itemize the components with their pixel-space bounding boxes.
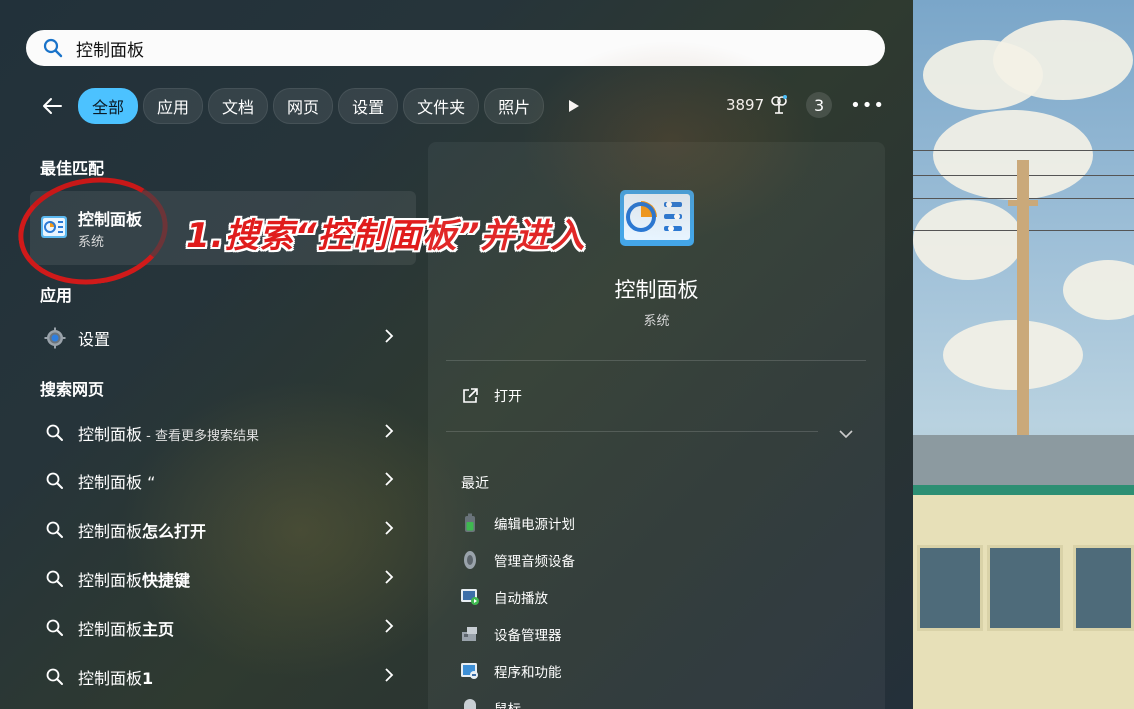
programs-icon bbox=[460, 661, 480, 681]
control-panel-large-icon bbox=[619, 189, 695, 251]
recent-item[interactable]: 程序和功能 bbox=[460, 661, 562, 681]
web-search-heading: 搜索网页 bbox=[40, 380, 105, 399]
filter-chip-photos[interactable]: 照片 bbox=[484, 88, 545, 124]
battery-icon bbox=[460, 513, 480, 533]
web-result-query: 控制面板 bbox=[78, 669, 143, 688]
account-info: 3897 3 ••• bbox=[726, 92, 885, 118]
chevron-right-icon[interactable] bbox=[384, 471, 394, 491]
filter-chip-documents[interactable]: 文档 bbox=[208, 88, 269, 124]
mouse-icon bbox=[460, 698, 480, 709]
chevron-right-icon[interactable] bbox=[384, 667, 394, 687]
recent-item[interactable]: 自动播放 bbox=[460, 587, 548, 607]
web-result-query: 控制面板 bbox=[78, 571, 143, 590]
desktop-wallpaper bbox=[913, 0, 1134, 709]
open-external-icon bbox=[460, 386, 480, 406]
autoplay-icon bbox=[460, 587, 480, 607]
gear-icon bbox=[44, 327, 66, 349]
recent-item-label: 自动播放 bbox=[494, 591, 548, 607]
web-result-item[interactable]: 控制面板 - 查看更多搜索结果 bbox=[30, 411, 416, 455]
more-filters-play-icon[interactable] bbox=[559, 89, 589, 123]
search-box[interactable] bbox=[26, 30, 885, 66]
apps-heading: 应用 bbox=[40, 286, 73, 305]
detail-app-name: 控制面板 bbox=[614, 278, 699, 302]
web-result-item[interactable]: 控制面板主页 bbox=[30, 606, 416, 650]
search-icon bbox=[44, 470, 66, 492]
search-icon bbox=[44, 422, 66, 444]
speaker-icon bbox=[460, 550, 480, 570]
filter-chip-settings[interactable]: 设置 bbox=[338, 88, 399, 124]
app-item-settings[interactable]: 设置 bbox=[30, 316, 416, 360]
chevron-right-icon[interactable] bbox=[384, 520, 394, 540]
chevron-right-icon[interactable] bbox=[384, 618, 394, 638]
web-result-item[interactable]: 控制面板快捷键 bbox=[30, 557, 416, 601]
web-result-item[interactable]: 控制面板怎么打开 bbox=[30, 508, 416, 552]
chevron-right-icon[interactable] bbox=[384, 423, 394, 443]
recent-item[interactable]: 鼠标 bbox=[460, 698, 521, 709]
web-result-item[interactable]: 控制面板 “ bbox=[30, 459, 416, 503]
web-result-query: 控制面板 bbox=[78, 620, 143, 639]
search-input[interactable] bbox=[74, 37, 838, 59]
recent-item[interactable]: 管理音频设备 bbox=[460, 550, 575, 570]
recent-item-label: 编辑电源计划 bbox=[494, 517, 575, 533]
filter-chip-all[interactable]: 全部 bbox=[78, 88, 139, 124]
device-manager-icon bbox=[460, 624, 480, 644]
search-icon bbox=[44, 666, 66, 688]
rewards-points[interactable]: 3897 bbox=[726, 95, 788, 115]
filter-chip-apps[interactable]: 应用 bbox=[143, 88, 204, 124]
recent-item-label: 程序和功能 bbox=[494, 665, 562, 681]
chevron-right-icon[interactable] bbox=[384, 328, 394, 348]
filter-bar: 全部 应用 文档 网页 设置 文件夹 照片 bbox=[34, 88, 589, 124]
back-arrow-icon[interactable] bbox=[34, 88, 70, 124]
filter-chip-folders[interactable]: 文件夹 bbox=[403, 88, 480, 124]
search-icon bbox=[42, 37, 64, 59]
web-result-query: 控制面板 bbox=[78, 522, 143, 541]
open-action[interactable]: 打开 bbox=[460, 386, 522, 406]
annotation-circle bbox=[11, 168, 175, 294]
detail-app-type: 系统 bbox=[643, 314, 670, 329]
divider bbox=[446, 360, 866, 361]
search-icon bbox=[44, 519, 66, 541]
app-item-label: 设置 bbox=[78, 330, 111, 349]
recent-heading: 最近 bbox=[461, 476, 489, 492]
recent-item-label: 鼠标 bbox=[494, 698, 521, 709]
chevron-down-icon[interactable] bbox=[838, 424, 854, 443]
recent-item-label: 管理音频设备 bbox=[494, 554, 575, 570]
recent-item[interactable]: 编辑电源计划 bbox=[460, 513, 575, 533]
web-result-suffix: 快捷键 bbox=[142, 571, 191, 590]
more-options-icon[interactable]: ••• bbox=[850, 95, 885, 116]
recent-item-label: 设备管理器 bbox=[494, 628, 562, 644]
notification-badge[interactable]: 3 bbox=[806, 92, 833, 118]
detail-pane: 控制面板 系统 打开 最近 编辑电源计划 管理音频设备 自动播放 设备管理器 程… bbox=[428, 142, 885, 709]
best-match-heading: 最佳匹配 bbox=[40, 159, 105, 178]
web-result-suffix: - 查看更多搜索结果 bbox=[142, 429, 259, 444]
web-result-suffix: 怎么打开 bbox=[142, 522, 207, 541]
recent-item[interactable]: 设备管理器 bbox=[460, 624, 562, 644]
rewards-trophy-icon bbox=[770, 95, 788, 115]
web-result-item[interactable]: 控制面板1 bbox=[30, 655, 416, 699]
divider bbox=[446, 431, 818, 432]
filter-chip-web[interactable]: 网页 bbox=[273, 88, 334, 124]
chevron-right-icon[interactable] bbox=[384, 569, 394, 589]
rewards-points-value: 3897 bbox=[725, 96, 765, 114]
search-icon bbox=[44, 568, 66, 590]
web-result-query: 控制面板 “ bbox=[78, 473, 156, 492]
start-search-panel: 全部 应用 文档 网页 设置 文件夹 照片 3897 3 ••• 最佳匹配 控制… bbox=[0, 0, 913, 709]
search-icon bbox=[44, 617, 66, 639]
web-result-query: 控制面板 bbox=[78, 425, 143, 444]
web-result-suffix: 1 bbox=[142, 669, 154, 688]
open-action-label: 打开 bbox=[494, 389, 522, 405]
web-result-suffix: 主页 bbox=[142, 620, 175, 639]
